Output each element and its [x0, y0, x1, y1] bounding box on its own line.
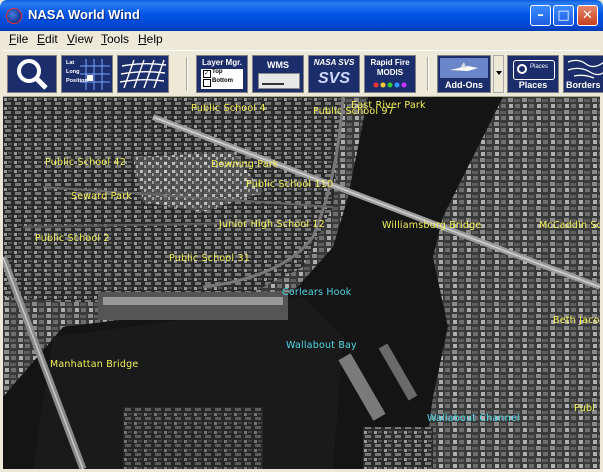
rapid-fire-line1: Rapid Fire: [370, 58, 410, 67]
latlong-line1: Lat: [66, 60, 75, 66]
borders-button[interactable]: Borders: [563, 55, 603, 93]
menu-bar: File Edit View Tools Help: [3, 31, 600, 49]
place-label[interactable]: Williamsburg Bridge: [382, 220, 481, 231]
latlong-position-button[interactable]: Lat Long Position: [61, 55, 113, 93]
place-label[interactable]: McCaddin Sq: [539, 220, 600, 231]
menu-tools[interactable]: Tools: [101, 32, 129, 46]
color-dots-icon: [373, 82, 407, 88]
place-label[interactable]: Public School 110: [246, 179, 333, 190]
menu-tools-label: ools: [107, 32, 130, 46]
place-marker-icon: [517, 64, 527, 74]
layer-manager-top: Top: [212, 69, 223, 75]
minimize-button[interactable]: –: [530, 5, 551, 26]
layer-manager-bottom: Bottom: [212, 78, 233, 84]
rapid-fire-modis-button[interactable]: Rapid Fire MODIS: [364, 55, 416, 93]
checkbox-empty-icon: [203, 79, 211, 87]
place-label[interactable]: Junior High School 12: [219, 219, 325, 230]
minimize-icon: –: [537, 8, 544, 23]
menu-file[interactable]: File: [9, 32, 28, 46]
menu-file-label: ile: [16, 32, 29, 46]
borders-label: Borders: [566, 80, 601, 90]
place-label[interactable]: Public School 4: [191, 103, 266, 114]
nasa-svs-button[interactable]: NASA SVS SVS: [308, 55, 360, 93]
layer-manager-button[interactable]: Layer Mgr. ✓ Top Bottom: [196, 55, 248, 93]
nasa-svs-big: SVS: [317, 70, 350, 87]
places-label: Places: [518, 80, 548, 90]
place-label[interactable]: Wallabout Bay: [286, 340, 357, 351]
place-label[interactable]: Manhattan Bridge: [50, 359, 138, 370]
rapid-fire-line2: MODIS: [376, 68, 404, 77]
place-label[interactable]: Public School 2: [35, 233, 110, 244]
window-title: NASA World Wind: [28, 7, 140, 22]
close-button[interactable]: ✕: [577, 5, 598, 26]
latlong-line3: Position: [66, 78, 88, 84]
menu-help-label: elp: [146, 32, 163, 46]
chevron-down-icon: [496, 71, 502, 75]
maximize-button[interactable]: □: [553, 5, 574, 26]
globe-map-view[interactable]: Public School 4 Public School 97 East Ri…: [3, 97, 600, 469]
place-label[interactable]: East River Park: [351, 100, 426, 111]
place-label[interactable]: Corlears Hook: [282, 287, 351, 298]
magnifier-icon: [17, 59, 48, 90]
search-button[interactable]: [7, 55, 57, 93]
wms-panel: [258, 73, 300, 89]
shuttle-icon: [440, 58, 488, 78]
place-label[interactable]: Seward Park: [71, 191, 132, 202]
app-window: NASA World Wind – □ ✕ File Edit View Too…: [0, 0, 603, 472]
toolbar: Lat Long Position Layer Mgr. ✓ Top Botto…: [3, 50, 603, 97]
menu-view-mnemonic: V: [67, 32, 75, 46]
place-label[interactable]: Beth Jacob: [553, 315, 600, 326]
graticule-button[interactable]: [117, 55, 169, 93]
wms-title: WMS: [267, 60, 289, 70]
title-bar[interactable]: NASA World Wind – □ ✕: [0, 0, 603, 31]
maximize-icon: □: [557, 8, 570, 23]
wms-button[interactable]: WMS: [252, 55, 304, 93]
places-inner-label: Places: [530, 64, 549, 70]
graticule-icon: [119, 59, 167, 89]
layer-manager-title: Layer Mgr.: [201, 58, 242, 67]
menu-view[interactable]: View: [67, 32, 93, 46]
menu-edit-mnemonic: E: [37, 32, 46, 46]
place-label[interactable]: Downing Park: [211, 159, 279, 170]
checkbox-icon: ✓: [203, 70, 211, 78]
nasa-svs-title: NASA SVS: [313, 58, 355, 67]
menu-help[interactable]: Help: [138, 32, 163, 46]
place-label[interactable]: Wallabout Channel: [427, 413, 520, 424]
menu-edit-label: dit: [45, 32, 58, 46]
borders-map-icon: [567, 59, 603, 79]
places-inner-box: Places: [513, 60, 555, 80]
latlong-line2: Long: [66, 69, 80, 75]
wms-bar: [262, 83, 284, 85]
addons-dropdown-button[interactable]: [493, 55, 504, 93]
addons-button[interactable]: Add-Ons: [437, 55, 491, 93]
places-button[interactable]: Places Places: [507, 55, 559, 93]
toolbar-separator: [186, 57, 188, 91]
place-label[interactable]: Public School 42: [45, 157, 126, 168]
menu-help-mnemonic: H: [138, 32, 147, 46]
menu-view-label: iew: [74, 32, 93, 46]
close-icon: ✕: [582, 8, 593, 23]
nasa-logo-icon: [6, 8, 22, 24]
layer-manager-panel: ✓ Top Bottom: [201, 69, 243, 89]
place-label[interactable]: Public School 31: [169, 253, 250, 264]
menu-edit[interactable]: Edit: [37, 32, 58, 46]
addons-label: Add-Ons: [445, 80, 483, 90]
toolbar-separator: [427, 57, 429, 91]
place-label[interactable]: Publ: [574, 403, 595, 414]
